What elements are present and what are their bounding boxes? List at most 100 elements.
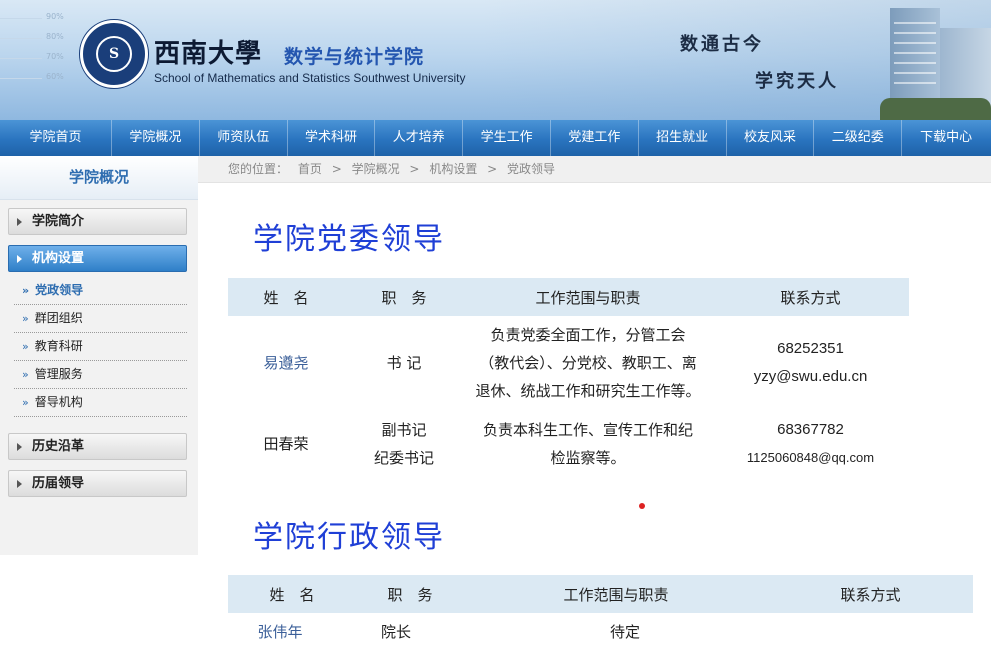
duty-line: 检监察等。 [550, 449, 626, 467]
nav-item-education[interactable]: 人才培养 [375, 120, 464, 156]
nav-item-admissions[interactable]: 招生就业 [639, 120, 727, 156]
header-contact: 联系方式 [780, 288, 841, 307]
sidebar: 学院概况 学院简介 机构设置 » 党政领导 » 群团组织 » 教育科研 » 管理服务 »… [0, 156, 198, 555]
sidebar-title: 学院概况 [0, 156, 198, 200]
sidebar-subitem-label: 群团组织 [34, 311, 83, 325]
sidebar-subitem-management[interactable]: » 管理服务 [14, 361, 187, 389]
breadcrumb: 您的位置： 首页 > 学院概况 > 机构设置 > 党政领导 [198, 156, 991, 183]
leader-name-link[interactable]: 张伟年 [257, 623, 302, 641]
breadcrumb-separator: > [487, 162, 498, 176]
table-row: 田春荣 副书记 纪委书记 负责本科生工作、宣传工作和纪 检监察等。 683677… [228, 416, 909, 472]
breadcrumb-separator: > [331, 162, 342, 176]
sidebar-item-label: 机构设置 [32, 251, 85, 266]
position-line: 纪委书记 [373, 449, 434, 467]
admin-table-header: 姓 名 职 务 工作范围与职责 联系方式 [228, 575, 973, 613]
nav-item-alumni[interactable]: 校友风采 [727, 120, 815, 156]
motto-line-1: 数通古今 [680, 34, 764, 55]
nav-item-research[interactable]: 学术科研 [288, 120, 376, 156]
sidebar-item-label: 学院简介 [32, 214, 85, 229]
header-name: 姓 名 [263, 288, 309, 307]
sidebar-subitem-label: 督导机构 [34, 395, 83, 409]
leader-name: 田春荣 [263, 435, 309, 453]
party-table-header: 姓 名 职 务 工作范围与职责 联系方式 [228, 278, 909, 316]
triangle-right-icon [17, 480, 22, 488]
header-position: 职 务 [387, 585, 433, 604]
admin-leadership-title: 学院行政领导 [253, 520, 445, 555]
triangle-right-icon [17, 218, 22, 226]
sidebar-subitem-leadership[interactable]: » 党政领导 [14, 277, 187, 305]
sidebar-item-label: 历史沿革 [32, 439, 85, 454]
sidebar-subitem-label: 教育科研 [34, 339, 83, 353]
breadcrumb-home[interactable]: 首页 [298, 162, 322, 176]
sidebar-subitem-supervision[interactable]: » 督导机构 [14, 389, 187, 417]
triangle-right-icon [17, 255, 22, 263]
breadcrumb-current[interactable]: 党政领导 [507, 162, 555, 176]
red-dot-marker [639, 503, 645, 509]
leader-name-link[interactable]: 易遵尧 [263, 354, 308, 372]
nav-item-downloads[interactable]: 下载中心 [902, 120, 990, 156]
scale-tick: 70% [46, 52, 64, 61]
leader-duties: 负责本科生工作、宣传工作和纪 检监察等。 [464, 416, 712, 472]
nav-item-faculty[interactable]: 师资队伍 [200, 120, 288, 156]
duty-line: 退休、统战工作和研究生工作等。 [475, 382, 701, 400]
decorative-scale: 90% 80% 70% 60% [0, 0, 70, 120]
scale-tick: 90% [46, 12, 64, 21]
phone-number: 68367782 [777, 421, 844, 438]
phone-number: 68252351 [777, 340, 844, 357]
nav-item-discipline[interactable]: 二级纪委 [814, 120, 903, 156]
university-seal-logo[interactable]: S [80, 20, 148, 88]
duty-line: （教代会）、分党校、教职工、离 [479, 354, 697, 372]
double-chevron-icon: » [22, 340, 29, 353]
double-chevron-icon: » [22, 312, 29, 325]
duty-line: 负责党委全面工作，分管工会 [490, 326, 686, 344]
sidebar-item-history[interactable]: 历史沿革 [8, 433, 187, 460]
party-leadership-title: 学院党委领导 [253, 222, 445, 257]
sidebar-item-introduction[interactable]: 学院简介 [8, 208, 187, 235]
school-name: 数学与统计学院 [284, 46, 425, 68]
nav-item-party-building[interactable]: 党建工作 [551, 120, 639, 156]
double-chevron-icon: » [22, 368, 29, 381]
leader-contact: 68367782 1125060848@qq.com [712, 416, 909, 472]
breadcrumb-organization[interactable]: 机构设置 [429, 162, 477, 176]
leader-position: 副书记 纪委书记 [344, 416, 464, 472]
sidebar-subitem-education-research[interactable]: » 教育科研 [14, 333, 187, 361]
leader-position: 院长 [380, 623, 411, 641]
breadcrumb-prefix: 您的位置： [228, 162, 289, 176]
email-address: 1125060848@qq.com [746, 450, 875, 465]
site-header: 90% 80% 70% 60% S 西南大學 数学与统计学院 School of… [0, 0, 991, 120]
main-nav: 学院首页 学院概况 师资队伍 学术科研 人才培养 学生工作 党建工作 招生就业 … [0, 120, 991, 156]
leader-position: 书 记 [386, 354, 422, 372]
seal-mark: S [96, 36, 132, 72]
sidebar-item-past-leaders[interactable]: 历届领导 [8, 470, 187, 497]
table-row: 易遵尧 书 记 负责党委全面工作，分管工会 （教代会）、分党校、教职工、离 退休… [228, 321, 909, 405]
breadcrumb-separator: > [409, 162, 420, 176]
double-chevron-icon: » [22, 396, 29, 409]
scale-tick: 60% [46, 72, 64, 81]
header-contact: 联系方式 [840, 585, 901, 604]
email-address: yzy@swu.edu.cn [753, 368, 868, 385]
leader-duties: 待定 [609, 623, 640, 641]
breadcrumb-overview[interactable]: 学院概况 [352, 162, 400, 176]
triangle-right-icon [17, 443, 22, 451]
nav-item-overview[interactable]: 学院概况 [112, 120, 200, 156]
campus-building-image [880, 8, 991, 120]
sidebar-item-organization[interactable]: 机构设置 [8, 245, 187, 272]
position-line: 副书记 [381, 421, 427, 439]
table-row: 张伟年 院长 待定 [228, 618, 973, 646]
leader-duties: 负责党委全面工作，分管工会 （教代会）、分党校、教职工、离 退休、统战工作和研究… [464, 321, 712, 405]
sidebar-subitem-mass-organizations[interactable]: » 群团组织 [14, 305, 187, 333]
leader-contact: 68252351 yzy@swu.edu.cn [712, 335, 909, 391]
header-duties: 工作范围与职责 [563, 585, 669, 604]
nav-item-student-affairs[interactable]: 学生工作 [463, 120, 551, 156]
header-name: 姓 名 [269, 585, 315, 604]
header-duties: 工作范围与职责 [535, 288, 641, 307]
school-name-english: School of Mathematics and Statistics Sou… [154, 71, 466, 85]
motto-line-2: 学究天人 [755, 71, 839, 92]
header-position: 职 务 [381, 288, 427, 307]
nav-item-home[interactable]: 学院首页 [0, 120, 112, 156]
university-name: 西南大學 [154, 39, 263, 69]
sidebar-subitem-label: 管理服务 [34, 367, 83, 381]
double-chevron-icon: » [22, 284, 30, 297]
duty-line: 负责本科生工作、宣传工作和纪 [482, 421, 693, 439]
sidebar-subitem-label: 党政领导 [35, 283, 84, 297]
